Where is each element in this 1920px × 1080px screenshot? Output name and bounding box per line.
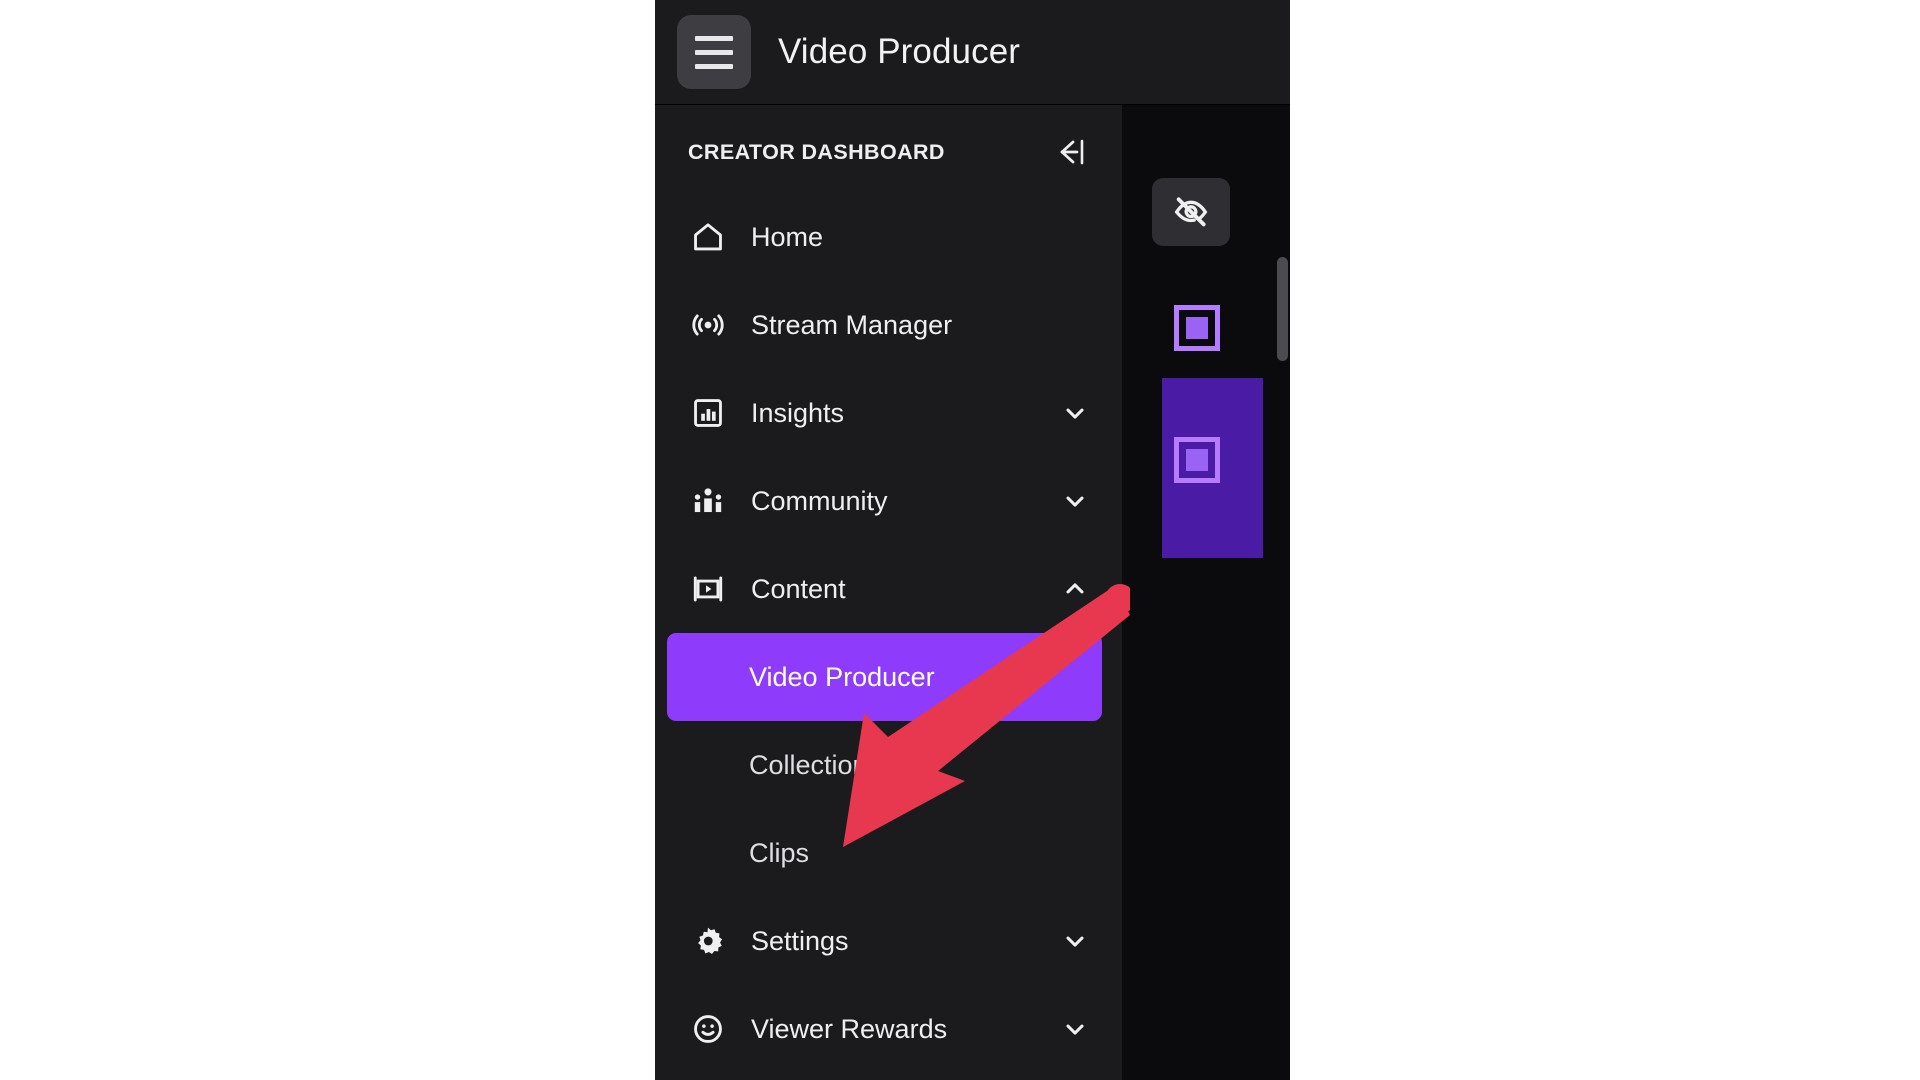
- sidebar-item-label: Viewer Rewards: [751, 1013, 948, 1044]
- sidebar-item-label: Stream Manager: [751, 309, 953, 340]
- purple-square-marker[interactable]: [1174, 437, 1220, 483]
- app-topbar: Video Producer: [655, 0, 1290, 105]
- scrollbar-thumb[interactable]: [1277, 257, 1288, 361]
- sidebar: CREATOR DASHBOARD Home Stream Manager In…: [655, 105, 1122, 1080]
- hamburger-icon[interactable]: [677, 15, 751, 89]
- page-title: Video Producer: [778, 32, 1021, 71]
- eye-off-icon[interactable]: [1152, 178, 1230, 246]
- sidebar-subitem-label: Clips: [749, 837, 810, 868]
- sidebar-item-label: Settings: [751, 925, 849, 956]
- video-frame-icon: [687, 568, 729, 610]
- people-icon: [687, 480, 729, 522]
- sidebar-title: CREATOR DASHBOARD: [688, 139, 945, 164]
- smiley-icon: [687, 1008, 729, 1050]
- sidebar-item-label: Community: [751, 485, 888, 516]
- chevron-down-icon[interactable]: [1058, 1012, 1092, 1046]
- sidebar-item-label: Home: [751, 221, 824, 252]
- broadcast-icon: [687, 304, 729, 346]
- sidebar-subitem-video-producer[interactable]: Video Producer: [667, 633, 1102, 721]
- marker-fill: [1186, 449, 1208, 471]
- hamburger-bar: [695, 49, 733, 55]
- sidebar-header: CREATOR DASHBOARD: [655, 111, 1122, 193]
- chevron-down-icon[interactable]: [1058, 924, 1092, 958]
- sidebar-item-label: Insights: [751, 397, 845, 428]
- chevron-up-icon[interactable]: [1058, 572, 1092, 606]
- purple-square-marker[interactable]: [1174, 305, 1220, 351]
- vertical-scrollbar[interactable]: [1277, 105, 1290, 1080]
- screenshot-root: Video Producer CREATOR DASHBOARD Home St…: [0, 0, 1920, 1080]
- sidebar-item-viewer-rewards[interactable]: Viewer Rewards: [655, 985, 1122, 1073]
- marker-fill: [1186, 317, 1208, 339]
- chevron-down-icon[interactable]: [1058, 484, 1092, 518]
- sidebar-item-insights[interactable]: Insights: [655, 369, 1122, 457]
- sidebar-item-label: Content: [751, 573, 846, 604]
- sidebar-item-stream-manager[interactable]: Stream Manager: [655, 281, 1122, 369]
- home-icon: [687, 216, 729, 258]
- app-window: Video Producer CREATOR DASHBOARD Home St…: [655, 0, 1290, 1080]
- content-panel: [1122, 105, 1290, 1080]
- sidebar-subitem-label: Video Producer: [749, 661, 935, 692]
- bar-chart-icon: [687, 392, 729, 434]
- sidebar-item-home[interactable]: Home: [655, 193, 1122, 281]
- collapse-sidebar-icon[interactable]: [1048, 132, 1092, 172]
- sidebar-item-settings[interactable]: Settings: [655, 897, 1122, 985]
- sidebar-subitem-collections[interactable]: Collections: [667, 721, 1102, 809]
- sidebar-subitem-label: Collections: [749, 749, 882, 780]
- sidebar-subitem-clips[interactable]: Clips: [667, 809, 1102, 897]
- hamburger-bar: [695, 63, 733, 69]
- sidebar-item-content[interactable]: Content: [655, 545, 1122, 633]
- hamburger-bar: [695, 35, 733, 41]
- gear-icon: [687, 920, 729, 962]
- chevron-down-icon[interactable]: [1058, 396, 1092, 430]
- sidebar-item-community[interactable]: Community: [655, 457, 1122, 545]
